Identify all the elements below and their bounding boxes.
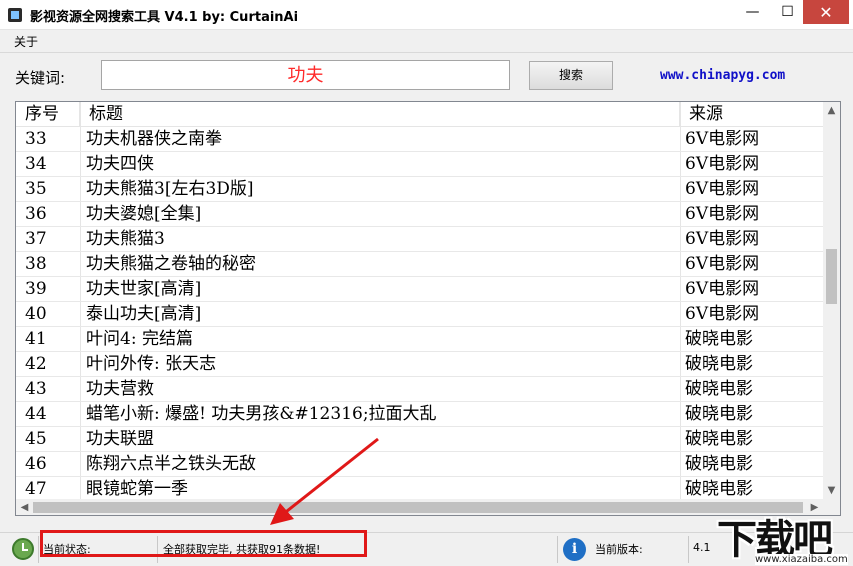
window-title: 影视资源全网搜索工具 V4.1 by: CurtainAi <box>30 10 299 25</box>
table-row[interactable]: 36 功夫婆媳[全集] 6V电影网 <box>16 202 824 227</box>
row-index: 46 <box>25 454 47 474</box>
row-source: 破晓电影 <box>685 354 753 374</box>
row-source: 6V电影网 <box>685 304 760 324</box>
scroll-up-icon[interactable]: ▲ <box>823 102 840 119</box>
row-title: 功夫世家[高清] <box>86 279 202 299</box>
annotation-arrow-icon <box>270 437 379 525</box>
scroll-left-icon[interactable]: ◀ <box>16 499 33 515</box>
table-row[interactable]: 33 功夫机器侠之南拳 6V电影网 <box>16 127 824 152</box>
row-index: 37 <box>25 229 47 249</box>
row-index: 35 <box>25 179 47 199</box>
row-index: 43 <box>25 379 47 399</box>
results-list[interactable]: 序号 标题 来源 33 功夫机器侠之南拳 6V电影网 34 功夫四侠 6V电影网 35 功夫熊… <box>15 101 841 516</box>
table-row[interactable]: 46 陈翔六点半之铁头无敌 破晓电影 <box>16 452 824 477</box>
table-row[interactable]: 37 功夫熊猫3 6V电影网 <box>16 227 824 252</box>
row-title: 功夫熊猫之卷轴的秘密 <box>86 254 256 274</box>
keyword-label: 关键词: <box>15 69 66 87</box>
menu-bar: 关于 <box>0 30 853 53</box>
row-index: 33 <box>25 129 47 149</box>
title-bar: 影视资源全网搜索工具 V4.1 by: CurtainAi — ☐ ✕ <box>0 0 853 30</box>
row-title: 功夫熊猫3 <box>86 229 165 249</box>
table-row[interactable]: 39 功夫世家[高清] 6V电影网 <box>16 277 824 302</box>
clock-icon <box>12 538 34 560</box>
app-icon <box>8 8 22 22</box>
row-source: 破晓电影 <box>685 379 753 399</box>
table-row[interactable]: 44 蜡笔小新: 爆盛! 功夫男孩&#12316;拉面大乱 破晓电影 <box>16 402 824 427</box>
vertical-scrollbar[interactable]: ▲ ▼ <box>823 102 840 499</box>
row-index: 42 <box>25 354 47 374</box>
list-rows: 33 功夫机器侠之南拳 6V电影网 34 功夫四侠 6V电影网 35 功夫熊猫3[左右3D版]… <box>16 127 824 515</box>
close-button[interactable]: ✕ <box>803 0 849 24</box>
row-title: 功夫熊猫3[左右3D版] <box>86 179 254 199</box>
row-source: 6V电影网 <box>685 204 760 224</box>
row-index: 36 <box>25 204 47 224</box>
row-source: 6V电影网 <box>685 129 760 149</box>
row-title: 功夫四侠 <box>86 154 154 174</box>
watermark-url: www.xiazaiba.com <box>755 554 848 565</box>
table-row[interactable]: 40 泰山功夫[高清] 6V电影网 <box>16 302 824 327</box>
row-source: 6V电影网 <box>685 179 760 199</box>
row-title: 蜡笔小新: 爆盛! 功夫男孩&#12316;拉面大乱 <box>86 404 437 424</box>
row-index: 40 <box>25 304 47 324</box>
row-title: 叶问4: 完结篇 <box>86 329 193 349</box>
status-divider <box>38 536 39 563</box>
status-highlight-box <box>40 530 367 557</box>
table-row[interactable]: 38 功夫熊猫之卷轴的秘密 6V电影网 <box>16 252 824 277</box>
header-source[interactable]: 来源 <box>680 102 824 126</box>
row-source: 破晓电影 <box>685 329 753 349</box>
row-source: 6V电影网 <box>685 154 760 174</box>
row-title: 功夫机器侠之南拳 <box>86 129 222 149</box>
row-index: 47 <box>25 479 47 499</box>
row-index: 44 <box>25 404 47 424</box>
table-row[interactable]: 35 功夫熊猫3[左右3D版] 6V电影网 <box>16 177 824 202</box>
row-title: 叶问外传: 张天志 <box>86 354 217 374</box>
row-source: 破晓电影 <box>685 479 753 499</box>
search-button[interactable]: 搜索 <box>529 61 613 90</box>
minimize-button[interactable]: — <box>736 0 769 24</box>
maximize-button[interactable]: ☐ <box>771 0 804 24</box>
keyword-input[interactable]: 功夫 <box>101 60 510 90</box>
row-source: 破晓电影 <box>685 454 753 474</box>
list-header: 序号 标题 来源 <box>16 102 824 127</box>
table-row[interactable]: 34 功夫四侠 6V电影网 <box>16 152 824 177</box>
row-source: 破晓电影 <box>685 404 753 424</box>
table-row[interactable]: 43 功夫营救 破晓电影 <box>16 377 824 402</box>
watermark: 下载吧 www.xiazaiba.com <box>715 507 853 565</box>
status-divider <box>688 536 689 563</box>
row-index: 39 <box>25 279 47 299</box>
row-index: 34 <box>25 154 47 174</box>
row-source: 6V电影网 <box>685 254 760 274</box>
row-index: 38 <box>25 254 47 274</box>
horizontal-scroll-thumb[interactable] <box>33 502 803 513</box>
menu-about[interactable]: 关于 <box>14 33 38 50</box>
header-index[interactable]: 序号 <box>16 102 80 126</box>
row-title: 泰山功夫[高清] <box>86 304 202 324</box>
table-row[interactable]: 45 功夫联盟 破晓电影 <box>16 427 824 452</box>
row-source: 6V电影网 <box>685 229 760 249</box>
row-title: 功夫营救 <box>86 379 154 399</box>
header-title[interactable]: 标题 <box>80 102 680 126</box>
table-row[interactable]: 41 叶问4: 完结篇 破晓电影 <box>16 327 824 352</box>
site-link[interactable]: www.chinapyg.com <box>660 68 785 83</box>
status-divider <box>557 536 558 563</box>
row-index: 41 <box>25 329 47 349</box>
table-row[interactable]: 42 叶问外传: 张天志 破晓电影 <box>16 352 824 377</box>
vertical-scroll-thumb[interactable] <box>826 249 837 304</box>
version-value: 4.1 <box>693 541 711 554</box>
version-label: 当前版本: <box>595 543 643 556</box>
row-source: 破晓电影 <box>685 429 753 449</box>
row-title: 功夫婆媳[全集] <box>86 204 202 224</box>
horizontal-scrollbar[interactable]: ◀ ▶ <box>16 499 823 515</box>
info-icon: i <box>563 538 586 561</box>
scroll-down-icon[interactable]: ▼ <box>823 482 840 499</box>
row-source: 6V电影网 <box>685 279 760 299</box>
row-index: 45 <box>25 429 47 449</box>
